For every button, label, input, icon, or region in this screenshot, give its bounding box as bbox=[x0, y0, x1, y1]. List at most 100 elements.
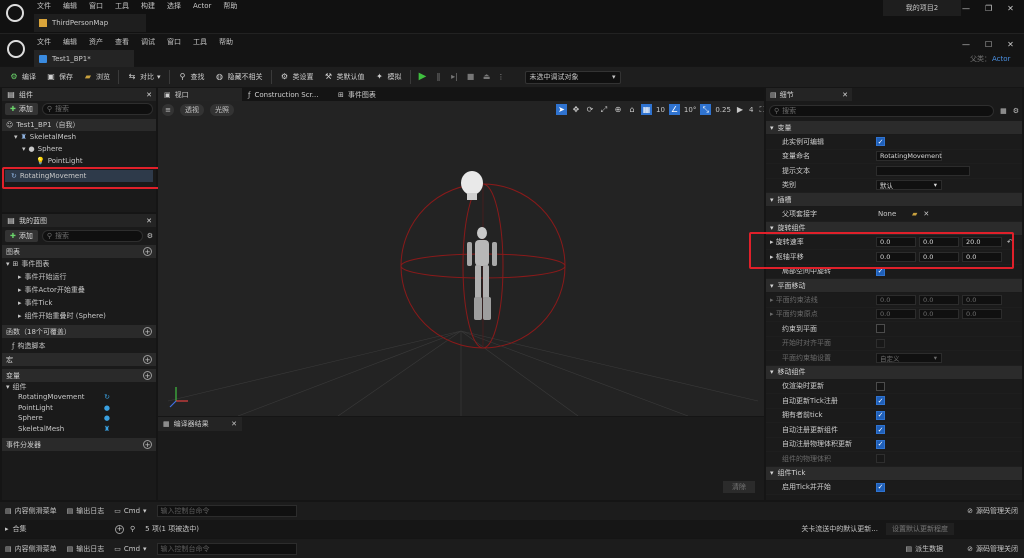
gear-icon[interactable]: ⚙ bbox=[1013, 107, 1019, 115]
variable-item[interactable]: Sphere ● bbox=[2, 413, 156, 424]
move-mode-icon[interactable]: ✥ bbox=[571, 105, 581, 115]
scale-snap-icon[interactable]: ⤡ bbox=[700, 104, 712, 115]
category-planar[interactable]: ▾ 平面移动 bbox=[766, 279, 1022, 293]
tick-before-owner-checkbox[interactable]: ✓ bbox=[876, 410, 885, 420]
add-member-button[interactable]: ✚ 添加 bbox=[5, 230, 38, 242]
auto-register-physics-checkbox[interactable]: ✓ bbox=[876, 439, 885, 449]
close-icon[interactable]: ✕ bbox=[146, 217, 152, 225]
add-variable-icon[interactable]: + bbox=[143, 371, 152, 380]
auto-register-checkbox[interactable]: ✓ bbox=[876, 425, 885, 435]
collections-item[interactable]: ▸ 合集 bbox=[5, 524, 115, 534]
world-space-icon[interactable]: ⊕ bbox=[613, 105, 623, 115]
surface-snap-icon[interactable]: ⌂ bbox=[627, 105, 637, 115]
browse-socket-icon[interactable]: ▰ bbox=[912, 210, 917, 218]
category-select[interactable]: 默认 ▾ bbox=[876, 180, 942, 191]
hamburger-icon[interactable]: ≡ bbox=[162, 104, 174, 116]
add-component-button[interactable]: ✚ 添加 bbox=[5, 103, 38, 115]
variables-section-header[interactable]: 变量 + bbox=[2, 369, 156, 382]
menu-select[interactable]: 选择 bbox=[167, 1, 181, 11]
lit-button[interactable]: 光照 bbox=[210, 104, 234, 116]
rotation-snap-value[interactable]: 10° bbox=[684, 106, 696, 114]
category-tick[interactable]: ▾ 组件Tick bbox=[766, 466, 1022, 481]
event-item[interactable]: ▸ 组件开始重叠时 (Sphere) bbox=[2, 309, 156, 322]
camera-speed-value[interactable]: 4 bbox=[749, 106, 753, 114]
streaming-settings-text[interactable]: 设置默认更新程度 bbox=[886, 523, 954, 535]
auto-tick-checkbox[interactable]: ✓ bbox=[876, 396, 885, 406]
derived-data-button[interactable]: ▤ 派生数据 bbox=[906, 544, 944, 554]
event-graph-item[interactable]: ▾ ⊞ 事件图表 bbox=[2, 258, 156, 270]
component-sphere[interactable]: ▾ ● Sphere bbox=[2, 143, 156, 155]
variable-name-input[interactable]: RotatingMovement bbox=[876, 151, 942, 162]
category-socket[interactable]: ▾ 插槽 bbox=[766, 193, 1022, 207]
functions-section-header[interactable]: 函数（18个可覆盖） + bbox=[2, 325, 156, 338]
component-skeletalmesh[interactable]: ▾ ♜ SkeletalMesh bbox=[2, 131, 156, 143]
clear-button[interactable]: 清除 bbox=[723, 481, 755, 493]
pause-icon[interactable]: ‖ bbox=[434, 72, 444, 82]
close-icon[interactable]: ✕ bbox=[1007, 40, 1014, 49]
hide-unrelated-button[interactable]: ◍ 隐藏不相关 bbox=[210, 69, 268, 85]
construction-script-item[interactable]: ƒ 构造脚本 bbox=[2, 338, 156, 353]
bp-asset-tab[interactable]: Test1_BP1* bbox=[34, 50, 134, 67]
bp-menu-view[interactable]: 查看 bbox=[115, 37, 129, 47]
bp-menu-help[interactable]: 帮助 bbox=[219, 37, 233, 47]
close-icon[interactable]: ✕ bbox=[231, 420, 237, 428]
menu-help[interactable]: 帮助 bbox=[223, 1, 237, 11]
bp-menu-file[interactable]: 文件 bbox=[37, 37, 51, 47]
console-input[interactable]: 输入控制台命令 bbox=[156, 505, 297, 517]
minimize-icon[interactable]: — bbox=[962, 40, 970, 49]
class-defaults-button[interactable]: ⚒ 类默认值 bbox=[319, 69, 370, 85]
tab-event-graph[interactable]: ⊞ 事件图表 bbox=[332, 88, 382, 101]
add-function-icon[interactable]: + bbox=[143, 327, 152, 336]
source-control-button[interactable]: ⊘ 源码管理关闭 bbox=[967, 506, 1018, 516]
details-search-input[interactable]: ⚲ 搜索 bbox=[769, 105, 995, 117]
variables-components-group[interactable]: ▾ 组件 bbox=[2, 382, 156, 392]
compiler-results-tab[interactable]: ▦ 编译器结果 ✕ bbox=[158, 417, 242, 431]
grid-snap-value[interactable]: 10 bbox=[656, 106, 665, 114]
event-item[interactable]: ▸ 事件开始运行 bbox=[2, 270, 156, 283]
components-search-input[interactable]: ⚲ 搜索 bbox=[41, 103, 153, 115]
select-mode-icon[interactable]: ➤ bbox=[556, 104, 567, 115]
add-graph-icon[interactable]: + bbox=[143, 247, 152, 256]
variable-item[interactable]: PointLight ● bbox=[2, 403, 156, 414]
simulate-button[interactable]: ✦ 模拟 bbox=[370, 69, 407, 85]
clear-socket-icon[interactable]: ✕ bbox=[923, 210, 929, 218]
bp-menu-tools[interactable]: 工具 bbox=[193, 37, 207, 47]
find-button[interactable]: ⚲ 查找 bbox=[173, 69, 210, 85]
menu-window[interactable]: 窗口 bbox=[89, 1, 103, 11]
component-root[interactable]: ☺ Test1_BP1（自我） bbox=[2, 119, 156, 131]
bp-menu-window[interactable]: 窗口 bbox=[167, 37, 181, 47]
event-item[interactable]: ▸ 事件Actor开始重叠 bbox=[2, 283, 156, 296]
dispatchers-section-header[interactable]: 事件分发器 + bbox=[2, 438, 156, 451]
tab-viewport[interactable]: ▣ 视口 bbox=[158, 88, 242, 101]
macros-section-header[interactable]: 宏 + bbox=[2, 353, 156, 366]
bp-menu-asset[interactable]: 资产 bbox=[89, 37, 103, 47]
console-input[interactable]: 输入控制台命令 bbox=[156, 542, 297, 555]
add-macro-icon[interactable]: + bbox=[143, 355, 152, 364]
my-blueprint-search-input[interactable]: ⚲ 搜索 bbox=[41, 230, 143, 242]
constrain-plane-checkbox[interactable] bbox=[876, 324, 885, 334]
component-pointlight[interactable]: 💡 PointLight bbox=[2, 155, 156, 167]
menu-actor[interactable]: Actor bbox=[193, 2, 211, 10]
tick-start-checkbox[interactable]: ✓ bbox=[876, 482, 885, 492]
variable-item[interactable]: SkeletalMesh ♜ bbox=[2, 424, 156, 435]
maximize-icon[interactable]: ☐ bbox=[985, 40, 992, 49]
content-drawer-button[interactable]: ▤ 内容侧滑菜单 bbox=[5, 506, 57, 516]
stop-icon[interactable]: ■ bbox=[466, 72, 476, 82]
unreal-logo-icon[interactable] bbox=[6, 4, 24, 22]
table-view-icon[interactable]: ▦ bbox=[1000, 107, 1007, 115]
maximize-viewport-icon[interactable]: ⛶ bbox=[757, 105, 764, 115]
maximize-icon[interactable]: ❐ bbox=[985, 4, 992, 13]
rotate-mode-icon[interactable]: ⟳ bbox=[585, 105, 595, 115]
category-movement[interactable]: ▾ 移动组件 bbox=[766, 365, 1022, 380]
search-icon[interactable]: ⚲ bbox=[130, 525, 135, 533]
compile-button[interactable]: ⚙ 编译 bbox=[4, 69, 41, 85]
graphs-section-header[interactable]: 图表 + bbox=[2, 245, 156, 258]
step-icon[interactable]: ▸| bbox=[450, 72, 460, 82]
menu-build[interactable]: 构建 bbox=[141, 1, 155, 11]
more-options-icon[interactable]: ⋮ bbox=[498, 73, 505, 81]
map-tab[interactable]: ThirdPersonMap bbox=[34, 14, 146, 32]
source-control-button[interactable]: ⊘ 源码管理关闭 bbox=[967, 544, 1018, 554]
event-item[interactable]: ▸ 事件Tick bbox=[2, 296, 156, 309]
update-only-checkbox[interactable] bbox=[876, 381, 885, 391]
grid-snap-icon[interactable]: ▦ bbox=[641, 104, 652, 115]
